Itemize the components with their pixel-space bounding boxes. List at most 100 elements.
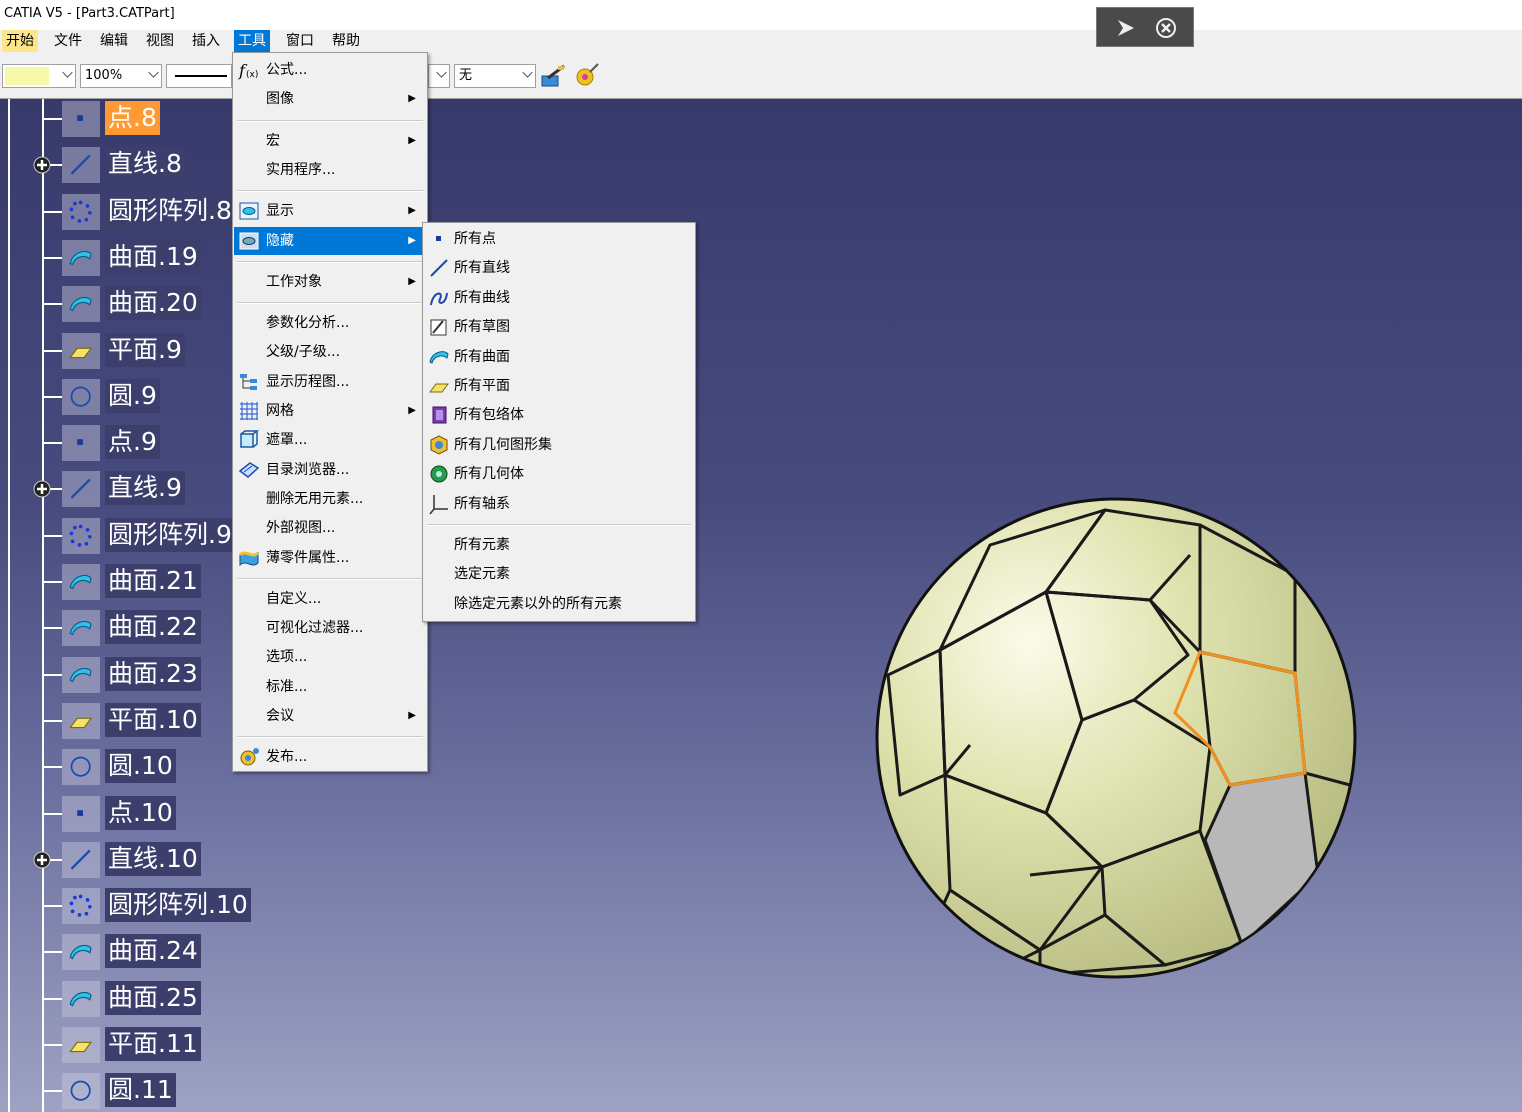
tools-menu-item[interactable]: 外部视图... xyxy=(234,514,426,542)
tree-node[interactable]: 圆形阵列.8 xyxy=(0,192,260,232)
menu-edit[interactable]: 编辑 xyxy=(96,30,132,52)
tree-node[interactable]: 点.9 xyxy=(0,423,260,463)
tree-node-label[interactable]: 直线.9 xyxy=(105,471,185,506)
tools-menu-item[interactable]: 显示历程图... xyxy=(234,368,426,396)
tree-node[interactable]: 圆.10 xyxy=(0,747,260,787)
lineweight-combo[interactable] xyxy=(428,64,450,88)
tree-node-label[interactable]: 直线.10 xyxy=(105,841,201,876)
tree-node[interactable]: 点.10 xyxy=(0,794,260,834)
hide-submenu-item[interactable]: 所有曲线 xyxy=(424,284,694,312)
tree-node-label[interactable]: 平面.9 xyxy=(105,332,185,367)
tree-node[interactable]: 圆形阵列.9 xyxy=(0,516,260,556)
hide-submenu-item[interactable]: 所有几何体 xyxy=(424,460,694,488)
hide-submenu-item[interactable]: 所有点 xyxy=(424,225,694,253)
tools-menu-item[interactable]: 工作对象 ▶ xyxy=(234,268,426,296)
tree-node[interactable]: 曲面.24 xyxy=(0,932,260,972)
layer-combo[interactable]: 无 xyxy=(454,64,536,88)
tree-node[interactable]: 直线.10 xyxy=(0,840,260,880)
tree-node[interactable]: 圆.11 xyxy=(0,1071,260,1111)
tree-node[interactable]: 直线.8 xyxy=(0,145,260,185)
tools-menu-item[interactable]: 选项... xyxy=(234,643,426,671)
tools-menu-item[interactable]: 实用程序... xyxy=(234,156,426,184)
close-icon[interactable] xyxy=(1155,17,1177,39)
tools-menu-item[interactable]: 发布... xyxy=(234,743,426,771)
hide-submenu-item[interactable]: 所有元素 xyxy=(424,531,694,559)
tools-menu-item[interactable]: 显示 ▶ xyxy=(234,197,426,225)
properties-wand-icon[interactable] xyxy=(574,62,602,88)
menu-view[interactable]: 视图 xyxy=(142,30,178,52)
tools-menu-item[interactable]: 目录浏览器... xyxy=(234,456,426,484)
tools-menu-item[interactable]: 薄零件属性... xyxy=(234,544,426,572)
tree-node-label[interactable]: 平面.10 xyxy=(105,702,201,737)
tree-node-label[interactable]: 点.8 xyxy=(105,101,160,135)
tree-node-label[interactable]: 曲面.20 xyxy=(105,286,201,321)
expand-plus-icon[interactable] xyxy=(33,156,51,174)
linetype-combo[interactable] xyxy=(166,64,232,88)
tools-menu-item[interactable]: 删除无用元素... xyxy=(234,485,426,513)
tree-node-label[interactable]: 圆.9 xyxy=(105,378,160,413)
hide-submenu-item[interactable]: 所有平面 xyxy=(424,372,694,400)
tree-node-label[interactable]: 曲面.21 xyxy=(105,564,201,598)
painter-icon[interactable] xyxy=(540,64,568,88)
tree-node-label[interactable]: 圆形阵列.8 xyxy=(105,193,235,228)
menu-insert[interactable]: 插入 xyxy=(188,30,224,52)
hide-submenu-item[interactable]: 选定元素 xyxy=(424,560,694,588)
tools-menu-item[interactable]: 标准... xyxy=(234,673,426,701)
play-flag-icon[interactable] xyxy=(1115,17,1137,39)
tree-node[interactable]: 平面.9 xyxy=(0,331,260,371)
menu-tools[interactable]: 工具 xyxy=(234,30,270,52)
tools-menu-item[interactable]: 遮罩... xyxy=(234,426,426,454)
soccer-ball-model[interactable] xyxy=(870,495,1362,981)
tree-node[interactable]: 平面.11 xyxy=(0,1025,260,1065)
tree-node[interactable]: 曲面.22 xyxy=(0,608,260,648)
tree-node[interactable]: 曲面.19 xyxy=(0,238,260,278)
tools-menu-item[interactable]: 图像 ▶ xyxy=(234,85,426,113)
tools-menu-item[interactable]: 网格 ▶ xyxy=(234,397,426,425)
zoom-combo[interactable]: 100% xyxy=(80,64,162,88)
tree-node-label[interactable]: 曲面.24 xyxy=(105,934,201,969)
tree-node[interactable]: 直线.9 xyxy=(0,469,260,509)
tools-menu-item[interactable]: 父级/子级... xyxy=(234,338,426,366)
tree-node-label[interactable]: 圆形阵列.9 xyxy=(105,517,235,552)
expand-plus-icon[interactable] xyxy=(33,480,51,498)
menu-start[interactable]: 开始 xyxy=(2,30,38,52)
tree-node[interactable]: 曲面.23 xyxy=(0,655,260,695)
tree-node-label[interactable]: 点.10 xyxy=(105,795,176,830)
tools-menu-item[interactable]: 隐藏 ▶ xyxy=(234,226,426,255)
menu-help[interactable]: 帮助 xyxy=(328,30,364,52)
hide-submenu-item[interactable]: 所有曲面 xyxy=(424,343,694,371)
tree-node-label[interactable]: 曲面.25 xyxy=(105,980,201,1015)
hide-submenu-item[interactable]: 所有包络体 xyxy=(424,401,694,429)
tree-node[interactable]: 平面.10 xyxy=(0,701,260,741)
hide-submenu-item[interactable]: 所有直线 xyxy=(424,254,694,282)
tree-node-label[interactable]: 平面.11 xyxy=(105,1027,201,1061)
tree-node[interactable]: 圆形阵列.10 xyxy=(0,886,260,926)
menu-file[interactable]: 文件 xyxy=(50,30,86,52)
tools-menu-item[interactable]: f (x) 公式... xyxy=(234,56,426,84)
hide-submenu-item[interactable]: 所有草图 xyxy=(424,313,694,341)
tools-menu-item[interactable]: 可视化过滤器... xyxy=(234,614,426,642)
tree-node-label[interactable]: 圆形阵列.10 xyxy=(105,888,251,923)
tree-node[interactable]: 曲面.20 xyxy=(0,284,260,324)
hide-submenu-item[interactable]: 所有轴系 xyxy=(424,490,694,518)
tools-menu-item[interactable]: 宏 ▶ xyxy=(234,127,426,155)
tools-menu-item[interactable]: 参数化分析... xyxy=(234,309,426,337)
tree-node-label[interactable]: 曲面.23 xyxy=(105,656,201,691)
tree-node[interactable]: 曲面.25 xyxy=(0,979,260,1019)
hide-submenu-item[interactable]: 所有几何图形集 xyxy=(424,431,694,459)
expand-plus-icon[interactable] xyxy=(33,851,51,869)
tree-node-label[interactable]: 圆.11 xyxy=(105,1073,176,1108)
color-combo[interactable] xyxy=(2,64,76,88)
tree-node-label[interactable]: 直线.8 xyxy=(105,147,185,182)
hide-submenu-item[interactable]: 除选定元素以外的所有元素 xyxy=(424,590,694,618)
tree-node-label[interactable]: 曲面.22 xyxy=(105,610,201,645)
tools-menu-item[interactable]: 会议 ▶ xyxy=(234,702,426,730)
tools-menu-item[interactable]: 自定义... xyxy=(234,585,426,613)
tree-node-label[interactable]: 点.9 xyxy=(105,425,160,460)
tree-node-label[interactable]: 曲面.19 xyxy=(105,239,201,274)
tree-node-label[interactable]: 圆.10 xyxy=(105,749,176,784)
tree-node[interactable]: 圆.9 xyxy=(0,377,260,417)
tree-node[interactable]: 点.8 xyxy=(0,99,260,139)
3d-viewport[interactable]: 点.8 直线.8 圆形阵列.8 曲面.19 曲面.20 平面.9 圆.9 点.9 直线.9 圆形阵… xyxy=(0,99,1522,1112)
tree-node[interactable]: 曲面.21 xyxy=(0,562,260,602)
